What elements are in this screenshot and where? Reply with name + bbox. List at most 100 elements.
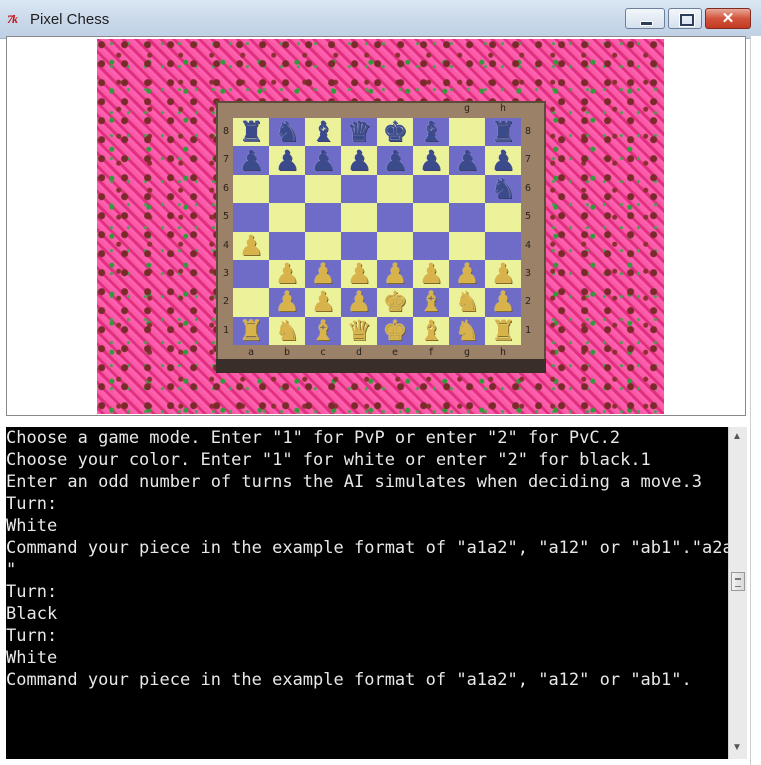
square-d4[interactable] xyxy=(341,231,377,260)
scroll-up-arrow-icon[interactable]: ▲ xyxy=(732,431,742,442)
square-g1[interactable]: ♞ xyxy=(449,316,485,345)
white-pawn-piece[interactable]: ♟ xyxy=(382,260,407,288)
square-c6[interactable] xyxy=(305,174,341,204)
square-b7[interactable]: ♟ xyxy=(269,146,305,175)
black-pawn-piece[interactable]: ♟ xyxy=(238,146,263,175)
square-g7[interactable]: ♟ xyxy=(449,146,485,175)
square-a3[interactable] xyxy=(233,259,269,289)
black-knight-piece[interactable]: ♞ xyxy=(490,174,515,203)
close-button[interactable]: ✕ xyxy=(705,8,751,29)
square-c7[interactable]: ♟ xyxy=(305,146,341,175)
black-knight-piece[interactable]: ♞ xyxy=(274,118,299,146)
square-d7[interactable]: ♟ xyxy=(341,146,377,175)
square-d1[interactable]: ♛ xyxy=(341,316,377,345)
square-e1[interactable]: ♚ xyxy=(377,316,413,345)
black-pawn-piece[interactable]: ♟ xyxy=(490,146,515,175)
square-f8[interactable]: ♝ xyxy=(413,118,449,147)
white-pawn-piece[interactable]: ♟ xyxy=(310,288,335,316)
square-b3[interactable]: ♟ xyxy=(269,260,305,289)
square-b2[interactable]: ♟ xyxy=(269,288,305,317)
white-knight-piece[interactable]: ♞ xyxy=(454,316,479,345)
scroll-down-arrow-icon[interactable]: ▼ xyxy=(732,742,742,753)
white-rook-piece[interactable]: ♜ xyxy=(238,316,263,345)
square-g6[interactable] xyxy=(449,174,485,204)
black-king-piece[interactable]: ♚ xyxy=(382,118,407,146)
square-d2[interactable]: ♟ xyxy=(341,288,377,317)
black-pawn-piece[interactable]: ♟ xyxy=(310,146,335,175)
square-c4[interactable] xyxy=(305,231,341,260)
minimize-button[interactable] xyxy=(625,8,665,29)
square-b1[interactable]: ♞ xyxy=(269,316,305,345)
square-h3[interactable]: ♟ xyxy=(485,260,521,289)
square-a8[interactable]: ♜ xyxy=(233,118,269,147)
square-h5[interactable] xyxy=(485,203,521,232)
square-e7[interactable]: ♟ xyxy=(377,146,413,175)
white-knight-piece[interactable]: ♞ xyxy=(454,288,479,316)
white-pawn-piece[interactable]: ♟ xyxy=(454,260,479,288)
console-scrollbar[interactable]: ▲ ▼ xyxy=(728,427,747,759)
console-output[interactable]: Choose a game mode. Enter "1" for PvP or… xyxy=(6,427,728,759)
square-d6[interactable] xyxy=(341,174,377,204)
square-c5[interactable] xyxy=(305,203,341,232)
square-e6[interactable] xyxy=(377,174,413,204)
square-a2[interactable] xyxy=(233,288,269,317)
white-rook-piece[interactable]: ♜ xyxy=(490,316,515,345)
white-knight-piece[interactable]: ♞ xyxy=(274,316,299,345)
square-f5[interactable] xyxy=(413,203,449,232)
black-bishop-piece[interactable]: ♝ xyxy=(310,118,335,146)
square-d3[interactable]: ♟ xyxy=(341,260,377,289)
white-king-piece[interactable]: ♚ xyxy=(382,316,407,345)
square-f3[interactable]: ♟ xyxy=(413,260,449,289)
square-c1[interactable]: ♝ xyxy=(305,316,341,345)
maximize-button[interactable] xyxy=(668,8,702,29)
square-g3[interactable]: ♟ xyxy=(449,260,485,289)
chess-board[interactable]: ♜ ♞ ♝ ♛ ♚ ♝ ♜ ♟ ♟ ♟ ♟ ♟ ♟ ♟ ♟ ♞ ♟ ♟ ♟ ♟ ♟ ♟ ♟ ♟ ♟ ♟ ♟ ♚ ♝ ♞ ♟ ♜ ♞ ♝ ♛ ♚ ♝ ♞ ♜ xyxy=(233,118,521,345)
square-h7[interactable]: ♟ xyxy=(485,146,521,175)
square-f1[interactable]: ♝ xyxy=(413,316,449,345)
square-b8[interactable]: ♞ xyxy=(269,118,305,147)
white-pawn-piece[interactable]: ♟ xyxy=(310,260,335,288)
square-g5[interactable] xyxy=(449,203,485,232)
square-a4[interactable]: ♟ xyxy=(233,231,269,260)
square-h1[interactable]: ♜ xyxy=(485,316,521,345)
square-f2[interactable]: ♝ xyxy=(413,288,449,317)
white-bishop-piece[interactable]: ♝ xyxy=(418,288,443,316)
square-b5[interactable] xyxy=(269,203,305,232)
white-pawn-piece[interactable]: ♟ xyxy=(346,288,371,316)
square-h6[interactable]: ♞ xyxy=(485,174,521,204)
white-bishop-piece[interactable]: ♝ xyxy=(310,316,335,345)
white-pawn-piece[interactable]: ♟ xyxy=(274,288,299,316)
black-pawn-piece[interactable]: ♟ xyxy=(418,146,443,175)
square-h8[interactable]: ♜ xyxy=(485,118,521,147)
square-h2[interactable]: ♟ xyxy=(485,288,521,317)
white-pawn-piece[interactable]: ♟ xyxy=(418,260,443,288)
white-pawn-piece[interactable]: ♟ xyxy=(490,288,515,316)
square-e8[interactable]: ♚ xyxy=(377,118,413,147)
square-b6[interactable] xyxy=(269,174,305,204)
black-rook-piece[interactable]: ♜ xyxy=(238,118,263,146)
square-e3[interactable]: ♟ xyxy=(377,260,413,289)
square-d8[interactable]: ♛ xyxy=(341,118,377,147)
square-a7[interactable]: ♟ xyxy=(233,146,269,175)
square-f7[interactable]: ♟ xyxy=(413,146,449,175)
white-king-piece[interactable]: ♚ xyxy=(382,288,407,316)
square-a6[interactable] xyxy=(233,174,269,204)
square-f4[interactable] xyxy=(413,231,449,260)
black-queen-piece[interactable]: ♛ xyxy=(346,118,371,146)
white-pawn-piece[interactable]: ♟ xyxy=(238,231,263,260)
white-pawn-piece[interactable]: ♟ xyxy=(346,260,371,288)
square-b4[interactable] xyxy=(269,231,305,260)
white-pawn-piece[interactable]: ♟ xyxy=(274,260,299,288)
white-queen-piece[interactable]: ♛ xyxy=(346,316,371,345)
black-pawn-piece[interactable]: ♟ xyxy=(274,146,299,175)
black-pawn-piece[interactable]: ♟ xyxy=(382,146,407,175)
scroll-thumb[interactable] xyxy=(731,572,745,591)
black-pawn-piece[interactable]: ♟ xyxy=(454,146,479,175)
square-a5[interactable] xyxy=(233,203,269,232)
square-c3[interactable]: ♟ xyxy=(305,260,341,289)
square-c8[interactable]: ♝ xyxy=(305,118,341,147)
square-g4[interactable] xyxy=(449,231,485,260)
square-e2[interactable]: ♚ xyxy=(377,288,413,317)
black-bishop-piece[interactable]: ♝ xyxy=(418,118,443,146)
square-h4[interactable] xyxy=(485,231,521,260)
